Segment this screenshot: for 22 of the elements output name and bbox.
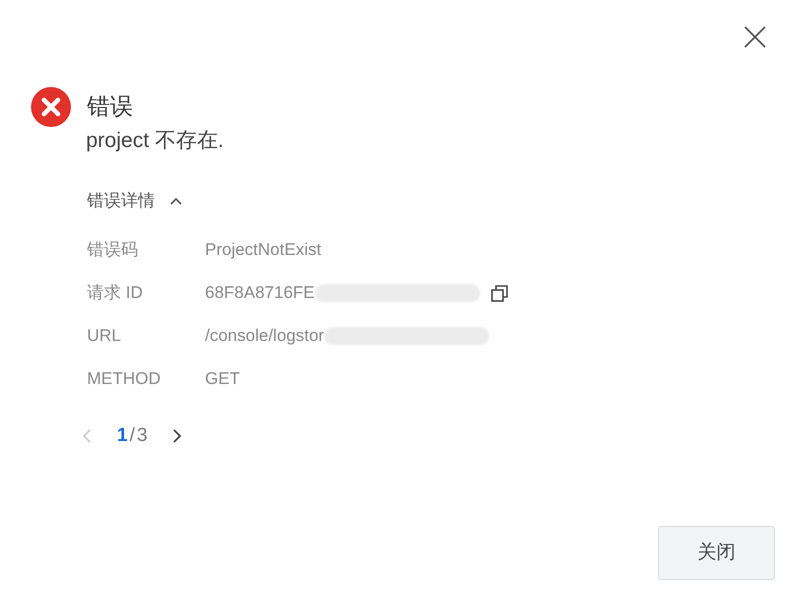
caret-icon: [169, 196, 183, 206]
error-message: project 不存在.: [86, 128, 225, 154]
dialog-title: 错误: [87, 92, 134, 121]
current-page: 1: [117, 424, 128, 448]
chevron-right-icon: [172, 428, 182, 444]
page-separator: /: [130, 424, 135, 448]
field-value: GET: [205, 368, 240, 390]
error-icon: [31, 87, 71, 127]
chevron-left-icon: [82, 428, 92, 444]
copy-button[interactable]: [490, 283, 510, 303]
field-value: ProjectNotExist: [205, 239, 322, 262]
field-label: 请求 ID: [87, 282, 144, 304]
copy-icon: [491, 284, 508, 302]
close-dialog-button[interactable]: 关闭: [658, 526, 775, 580]
field-label: URL: [87, 325, 122, 348]
field-label: 错误码: [87, 239, 139, 262]
field-label: METHOD: [87, 368, 162, 390]
field-value: /console/logstor: [205, 325, 324, 348]
field-value: 68F8A8716FE: [205, 282, 315, 304]
total-pages: 3: [136, 424, 148, 448]
details-toggle[interactable]: 错误详情: [87, 188, 183, 214]
close-icon: [743, 25, 767, 49]
